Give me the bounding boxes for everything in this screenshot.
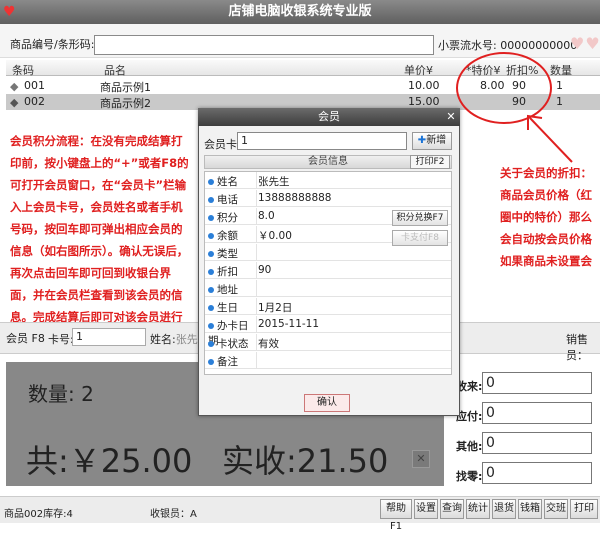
print-button[interactable]: 打印 <box>570 499 598 519</box>
return-button[interactable]: 退货 <box>492 499 516 519</box>
shift-button[interactable]: 交班 <box>544 499 568 519</box>
name-value: 张先 <box>175 333 198 346</box>
field-label: 余额 <box>208 228 256 243</box>
add-member-button[interactable]: ✚新增 <box>412 132 452 150</box>
field-label: 姓名 <box>208 174 256 189</box>
heart-logo-icon: ♥ <box>3 4 16 20</box>
row-arrow-icon: ◆ <box>10 96 19 109</box>
app-title: 店铺电脑收银系统专业版 <box>0 0 600 24</box>
stock-status: 商品002库存:4 <box>4 509 73 520</box>
row-price: 15.00 <box>408 95 440 108</box>
field-value: 张先生 <box>258 176 290 188</box>
help-button[interactable]: 帮助F1 <box>380 499 412 532</box>
member-discount-note: 关于会员的折扣：商品会员价格（红圈中的特价）那么会自动按会员价格如果商品未设置会… <box>500 166 592 268</box>
ticket-number: 小票流水号: 00000000000 <box>438 39 578 52</box>
field-value: 8.0 <box>258 210 275 222</box>
field-row: 备注 <box>205 352 451 369</box>
field-label: 电话 <box>208 192 256 207</box>
dialog-close-icon[interactable]: ✕ <box>444 108 458 126</box>
col-code: 条码 <box>12 64 34 77</box>
field-label: 备注 <box>208 354 256 369</box>
row-name: 商品示例2 <box>100 97 151 110</box>
name-label: 姓名:张先 <box>150 333 198 346</box>
field-label: 地址 <box>208 282 256 297</box>
cash-drawer-button[interactable]: 钱箱 <box>518 499 542 519</box>
field-row: 卡状态 有效 <box>205 334 451 351</box>
field-label: 类型 <box>208 246 256 261</box>
field-label: 卡状态 <box>208 336 256 351</box>
settings-button[interactable]: 设置 <box>414 499 438 519</box>
col-qty: 数量 <box>550 64 572 77</box>
field-label: 积分 <box>208 210 256 225</box>
field-value: ￥0.00 <box>258 230 292 242</box>
field-row: 电话 13888888888 <box>205 190 451 207</box>
row-price: 10.00 <box>408 79 440 92</box>
field-row: 地址 <box>205 280 451 297</box>
field-row: 办卡日期 2015-11-11 <box>205 316 451 347</box>
field-value: 1月2日 <box>258 302 293 314</box>
add-member-label: 新增 <box>426 135 447 146</box>
row-arrow-icon: ◆ <box>10 80 19 93</box>
barcode-label: 商品编号/条形码: <box>10 38 95 51</box>
change-label: 找零: <box>456 470 483 483</box>
cashier-status: 收银员：A <box>150 509 197 520</box>
card-label: 卡号: <box>48 333 74 346</box>
field-row: 姓名 张先生 <box>205 172 451 189</box>
print-member-button[interactable]: 打印F2 <box>410 155 450 169</box>
field-value: 90 <box>258 264 272 276</box>
plus-icon: ✚ <box>417 135 427 146</box>
total-display: 共:￥25.00 <box>26 442 193 480</box>
dialog-title: 会员 <box>198 108 460 126</box>
quantity-display: 数量: 2 <box>28 382 94 406</box>
receive-input[interactable]: 0 <box>482 372 592 394</box>
row-qty: 1 <box>556 79 563 92</box>
hearts-decoration-icon: ♥♥ <box>570 34 600 53</box>
field-value: 13888888888 <box>258 192 332 204</box>
member-card-input[interactable]: 1 <box>237 132 407 150</box>
row-qty: 1 <box>556 95 563 108</box>
field-row: 折扣 90 <box>205 262 451 279</box>
card-input[interactable]: 1 <box>72 328 146 346</box>
col-price: 单价¥ <box>404 64 433 77</box>
due-input[interactable]: 0 <box>482 402 592 424</box>
stats-button[interactable]: 统计 <box>466 499 490 519</box>
salesperson-label: 销售员： <box>566 333 588 362</box>
member-points-note: 会员积分流程：在没有完成结算打印前，按小键盘上的“+”或者F8的可打开会员窗口，… <box>10 134 189 346</box>
field-value: 有效 <box>258 338 279 350</box>
row-code: 001 <box>24 79 45 92</box>
other-label: 其他: <box>456 440 483 453</box>
redeem-points-button[interactable]: 积分兑换F7 <box>392 210 448 226</box>
field-row: 生日 1月2日 <box>205 298 451 315</box>
member-tab[interactable]: 会员 F8 <box>6 330 45 346</box>
row-name: 商品示例1 <box>100 81 151 94</box>
change-input[interactable]: 0 <box>482 462 592 484</box>
field-value: 2015-11-11 <box>258 318 320 330</box>
col-name: 品名 <box>104 64 126 77</box>
field-label: 生日 <box>208 300 256 315</box>
row-code: 002 <box>24 95 45 108</box>
query-button[interactable]: 查询 <box>440 499 464 519</box>
close-icon[interactable]: ✕ <box>412 450 430 468</box>
barcode-input[interactable] <box>94 35 434 55</box>
member-card-label: 会员卡: <box>204 138 241 151</box>
confirm-button[interactable]: 确认 <box>304 394 350 412</box>
card-pay-button[interactable]: 卡支付F8 <box>392 230 448 246</box>
field-row: 类型 <box>205 244 451 261</box>
field-label: 折扣 <box>208 264 256 279</box>
annotation-arrow-icon <box>527 114 573 163</box>
paid-display: 实收:21.50 <box>222 442 389 480</box>
other-input[interactable]: 0 <box>482 432 592 454</box>
